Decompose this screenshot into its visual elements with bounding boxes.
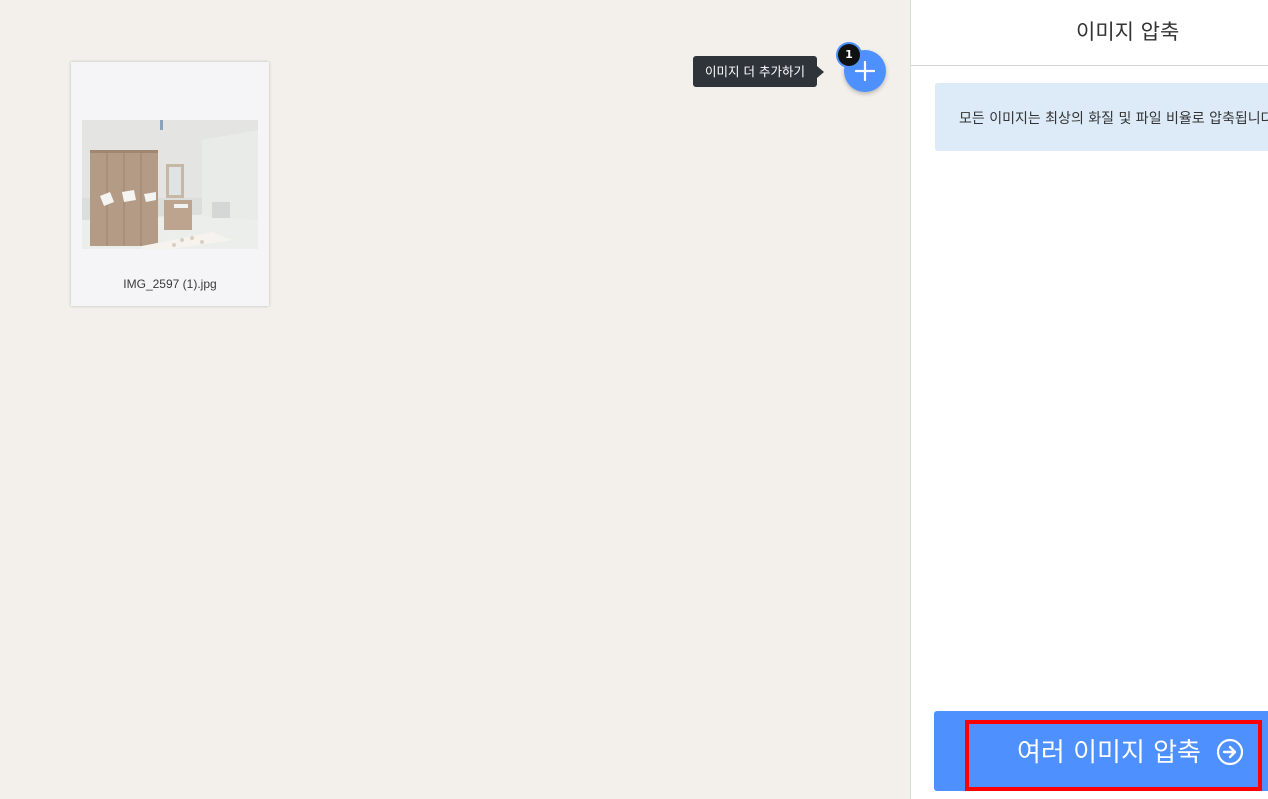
- compress-button-label: 여러 이미지 압축: [1017, 738, 1201, 768]
- plus-icon: [855, 61, 875, 81]
- file-name: IMG_2597 (1).jpg: [123, 277, 217, 291]
- app-window: IMG_2597 (1).jpg 이미지 더 추가하기 1 이미지 압축 모든 …: [0, 0, 1268, 799]
- sidebar-title: 이미지 압축: [1076, 20, 1180, 44]
- options-sidebar: 이미지 압축 모든 이미지는 최상의 화질 및 파일 비율로 압축됩니다. 여러…: [910, 0, 1268, 799]
- info-message: 모든 이미지는 최상의 화질 및 파일 비율로 압축됩니다.: [935, 83, 1268, 151]
- sidebar-header: 이미지 압축: [911, 0, 1268, 66]
- arrow-right-circle-icon: [1216, 738, 1244, 766]
- file-thumbnail: [82, 120, 258, 249]
- info-message-text: 모든 이미지는 최상의 화질 및 파일 비율로 압축됩니다.: [959, 111, 1268, 127]
- compress-images-button[interactable]: 여러 이미지 압축: [934, 711, 1268, 791]
- add-more-tooltip: 이미지 더 추가하기: [693, 56, 824, 87]
- file-workspace: IMG_2597 (1).jpg 이미지 더 추가하기 1: [0, 0, 910, 799]
- file-count-badge: 1: [838, 44, 860, 66]
- file-card[interactable]: IMG_2597 (1).jpg: [71, 62, 269, 306]
